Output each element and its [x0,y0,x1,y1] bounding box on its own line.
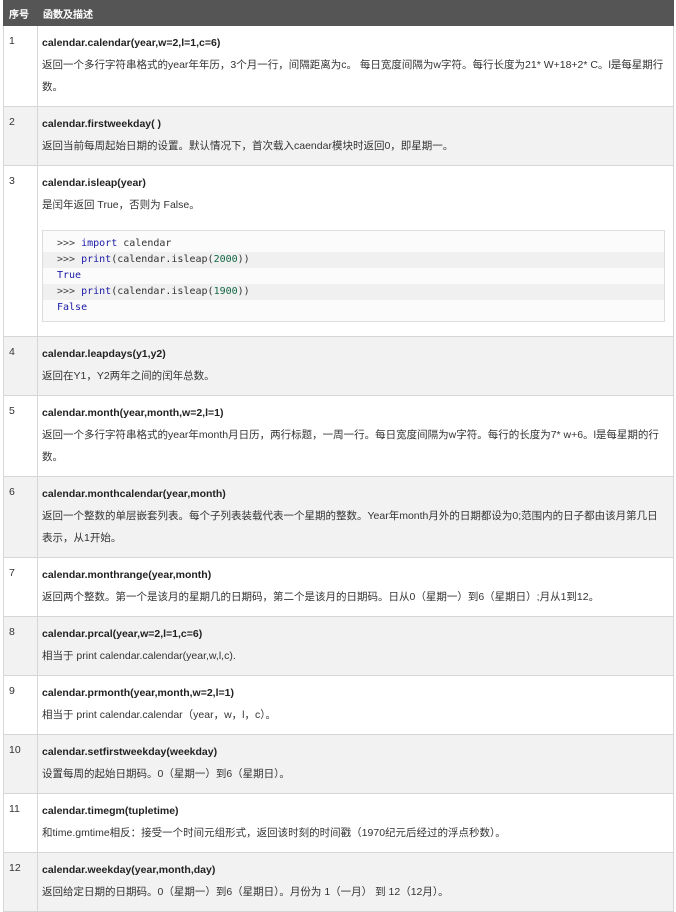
code-text: )) [237,254,250,265]
function-signature: calendar.setfirstweekday(weekday) [42,746,218,758]
row-function-cell: calendar.monthrange(year,month) 返回两个整数。第一… [37,557,674,617]
row-number: 7 [3,557,38,617]
table-row: 3 calendar.isleap(year) 是闰年返回 True，否则为 Fal… [3,165,674,337]
table-row: 6 calendar.monthcalendar(year,month) 返回一个整… [3,476,674,558]
functions-table-container: 序号 函数及描述 1 calendar.calendar(year,w=2,l=1… [3,0,674,912]
row-number: 5 [3,395,38,477]
function-description: 返回在Y1，Y2两年之间的闰年总数。 [42,370,215,382]
code-keyword: print [81,254,112,265]
table-row: 5 calendar.month(year,month,w=2,l=1) 返回一个多… [3,395,674,477]
row-number: 10 [3,734,38,794]
table-row: 10 calendar.setfirstweekday(weekday) 设置每周的… [3,734,674,794]
function-signature: calendar.monthcalendar(year,month) [42,488,226,500]
row-number: 2 [3,106,38,166]
row-function-cell: calendar.month(year,month,w=2,l=1) 返回一个多行… [37,395,674,477]
row-number: 3 [3,165,38,337]
code-number: 1900 [213,286,238,297]
code-line: False [43,300,664,316]
row-function-cell: calendar.calendar(year,w=2,l=1,c=6) 返回一个多… [37,25,674,107]
code-text: (calendar.isleap( [111,254,214,265]
function-description: 返回一个多行字符串格式的year年month月日历，两行标题，一周一行。每日宽度… [42,429,659,463]
code-prompt: >>> [57,254,82,265]
code-line: >>> import calendar [43,236,664,252]
row-number: 8 [3,616,38,676]
row-function-cell: calendar.weekday(year,month,day) 返回给定日期的日… [37,852,674,912]
table-row: 4 calendar.leapdays(y1,y2) 返回在Y1，Y2两年之间的闰年… [3,336,674,396]
table-row: 11 calendar.timegm(tupletime) 和time.gmtime… [3,793,674,853]
row-function-cell: calendar.prcal(year,w=2,l=1,c=6) 相当于 prin… [37,616,674,676]
function-description: 相当于 print calendar.calendar（year，w，l，c）。 [42,709,276,721]
code-example-block: >>> import calendar >>> print(calendar.is… [42,230,665,322]
row-function-cell: calendar.leapdays(y1,y2) 返回在Y1，Y2两年之间的闰年总… [37,336,674,396]
header-function-description: 函数及描述 [37,0,674,26]
function-description: 是闰年返回 True，否则为 False。 [42,199,200,211]
row-function-cell: calendar.timegm(tupletime) 和time.gmtime相反… [37,793,674,853]
function-description: 返回当前每周起始日期的设置。默认情况下，首次载入caendar模块时返回0，即星… [42,140,454,152]
code-prompt: >>> [57,286,82,297]
code-line: >>> print(calendar.isleap(2000)) [43,252,664,268]
table-body: 1 calendar.calendar(year,w=2,l=1,c=6) 返回一个… [3,25,674,912]
function-description: 返回两个整数。第一个是该月的星期几的日期码，第二个是该月的日期码。日从0（星期一… [42,591,600,603]
function-signature: calendar.weekday(year,month,day) [42,864,216,876]
table-row: 2 calendar.firstweekday( ) 返回当前每周起始日期的设置。默… [3,106,674,166]
row-number: 12 [3,852,38,912]
row-function-cell: calendar.monthcalendar(year,month) 返回一个整数… [37,476,674,558]
table-row: 1 calendar.calendar(year,w=2,l=1,c=6) 返回一个… [3,25,674,107]
row-number: 4 [3,336,38,396]
function-signature: calendar.timegm(tupletime) [42,805,179,817]
code-text: )) [237,286,250,297]
row-function-cell: calendar.isleap(year) 是闰年返回 True，否则为 Fals… [37,165,674,337]
function-signature: calendar.isleap(year) [42,177,146,189]
table-header-row: 序号 函数及描述 [3,0,674,26]
code-line: >>> print(calendar.isleap(1900)) [43,284,664,300]
function-signature: calendar.firstweekday( ) [42,118,162,130]
code-number: 2000 [213,254,238,265]
row-function-cell: calendar.setfirstweekday(weekday) 设置每周的起始… [37,734,674,794]
function-signature: calendar.calendar(year,w=2,l=1,c=6) [42,37,221,49]
function-signature: calendar.prmonth(year,month,w=2,l=1) [42,687,234,699]
table-row: 9 calendar.prmonth(year,month,w=2,l=1) 相当于… [3,675,674,735]
function-description: 返回一个整数的单层嵌套列表。每个子列表装载代表一个星期的整数。Year年mont… [42,510,658,544]
code-keyword: print [81,286,112,297]
code-text: calendar [117,238,172,249]
calendar-functions-table: 序号 函数及描述 1 calendar.calendar(year,w=2,l=1… [3,0,674,912]
table-row: 8 calendar.prcal(year,w=2,l=1,c=6) 相当于 pri… [3,616,674,676]
function-description: 和time.gmtime相反：接受一个时间元组形式，返回该时刻的时间戳（1970… [42,827,506,839]
header-number: 序号 [3,0,38,26]
row-number: 1 [3,25,38,107]
code-output: False [57,302,88,313]
row-number: 6 [3,476,38,558]
function-description: 相当于 print calendar.calendar(year,w,l,c). [42,650,236,662]
function-signature: calendar.month(year,month,w=2,l=1) [42,407,224,419]
code-keyword: import [81,238,118,249]
row-function-cell: calendar.prmonth(year,month,w=2,l=1) 相当于 … [37,675,674,735]
row-function-cell: calendar.firstweekday( ) 返回当前每周起始日期的设置。默认… [37,106,674,166]
code-output: True [57,270,82,281]
function-description: 设置每周的起始日期码。0（星期一）到6（星期日）。 [42,768,290,780]
function-signature: calendar.prcal(year,w=2,l=1,c=6) [42,628,203,640]
function-signature: calendar.monthrange(year,month) [42,569,212,581]
code-text: (calendar.isleap( [111,286,214,297]
code-line: True [43,268,664,284]
table-row: 12 calendar.weekday(year,month,day) 返回给定日期… [3,852,674,912]
row-number: 9 [3,675,38,735]
row-number: 11 [3,793,38,853]
table-row: 7 calendar.monthrange(year,month) 返回两个整数。第… [3,557,674,617]
function-signature: calendar.leapdays(y1,y2) [42,348,166,360]
function-description: 返回一个多行字符串格式的year年年历，3个月一行，间隔距离为c。 每日宽度间隔… [42,59,664,93]
code-prompt: >>> [57,238,82,249]
function-description: 返回给定日期的日期码。0（星期一）到6（星期日）。月份为 1（一月） 到 12（… [42,886,449,898]
